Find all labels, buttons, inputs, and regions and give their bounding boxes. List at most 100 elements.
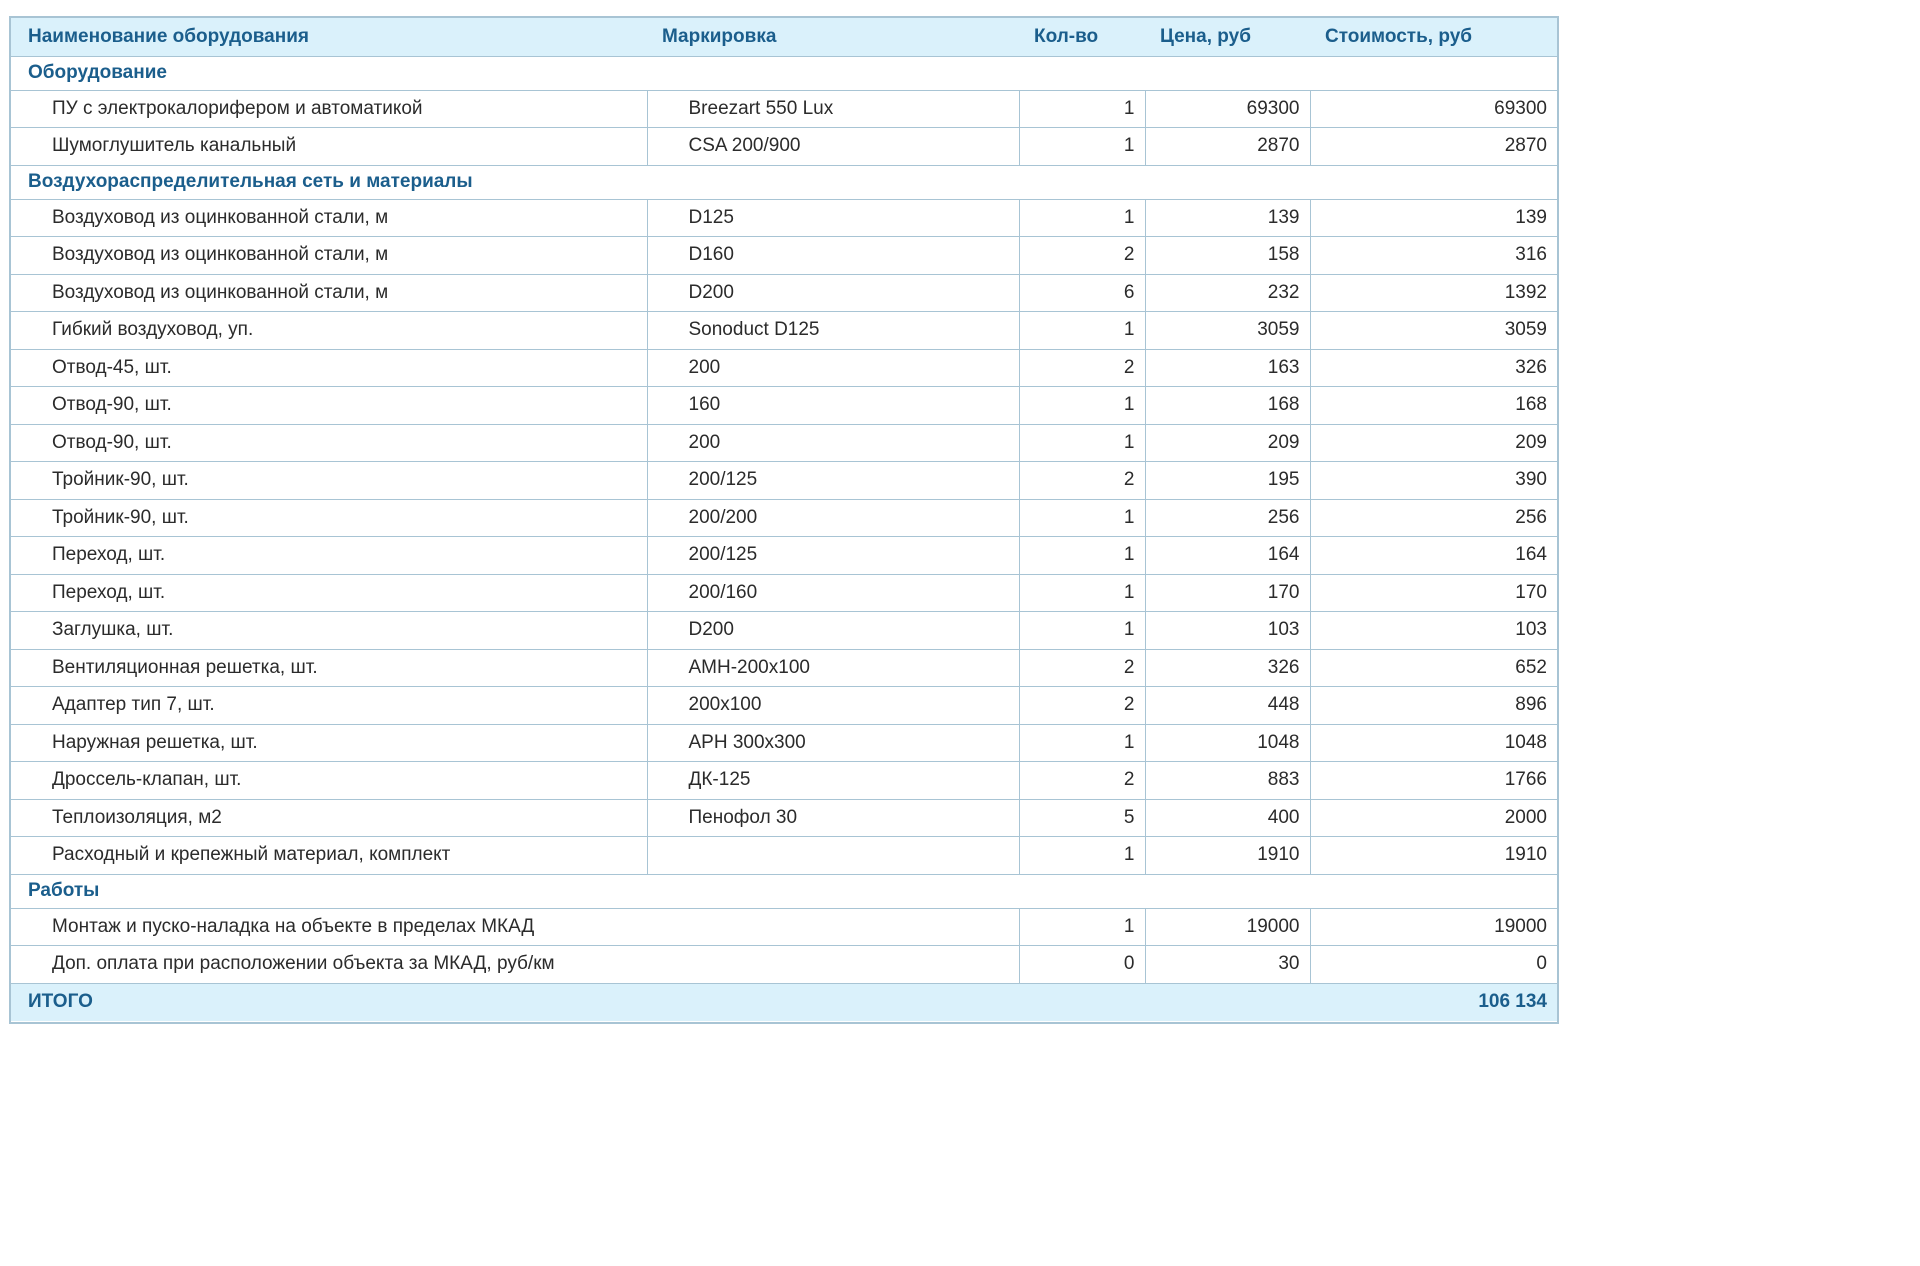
cell-price: 30 <box>1144 945 1310 984</box>
cell-name: Воздуховод из оцинкованной стали, м <box>11 236 647 275</box>
cell-cost: 3059 <box>1309 311 1557 350</box>
table-row: Тройник-90, шт. 200/200 1 256 256 <box>11 499 1557 537</box>
cell-marking: АМН-200x100 <box>646 649 1019 687</box>
cell-marking: 200x100 <box>646 686 1019 725</box>
cell-cost: 209 <box>1309 424 1557 462</box>
table-row: Монтаж и пуско-наладка на объекте в пред… <box>11 908 1557 946</box>
cell-marking: ДК-125 <box>646 761 1019 800</box>
cell-price: 326 <box>1144 649 1310 687</box>
cell-name: Доп. оплата при расположении объекта за … <box>11 945 1019 984</box>
cell-name: Теплоизоляция, м2 <box>11 799 647 837</box>
cell-cost: 170 <box>1309 574 1557 612</box>
cell-marking <box>646 836 1019 875</box>
table-row: Воздуховод из оцинкованной стали, м D160… <box>11 236 1557 275</box>
table-row: ПУ с электрокалорифером и автоматикой Br… <box>11 90 1557 128</box>
section-title: Работы <box>11 874 1557 909</box>
cell-qty: 6 <box>1018 274 1145 312</box>
cell-name: Вентиляционная решетка, шт. <box>11 649 647 687</box>
cell-price: 3059 <box>1144 311 1310 350</box>
cell-qty: 1 <box>1018 311 1145 350</box>
table-row: Переход, шт. 200/160 1 170 170 <box>11 574 1557 612</box>
cell-qty: 0 <box>1018 945 1145 984</box>
cell-name: Наружная решетка, шт. <box>11 724 647 762</box>
cell-qty: 2 <box>1018 761 1145 800</box>
cell-name: Монтаж и пуско-наладка на объекте в пред… <box>11 908 1019 946</box>
cell-cost: 69300 <box>1309 90 1557 128</box>
cell-marking: 200 <box>646 424 1019 462</box>
cell-price: 2870 <box>1144 127 1310 166</box>
table-row: Теплоизоляция, м2 Пенофол 30 5 400 2000 <box>11 799 1557 837</box>
cell-qty: 2 <box>1018 686 1145 725</box>
cell-name: Шумоглушитель канальный <box>11 127 647 166</box>
table-header-row: Наименование оборудования Маркировка Кол… <box>11 18 1557 57</box>
cell-price: 170 <box>1144 574 1310 612</box>
total-row: ИТОГО 106 134 <box>11 983 1557 1021</box>
cell-cost: 1910 <box>1309 836 1557 875</box>
cell-name: Расходный и крепежный материал, комплект <box>11 836 647 875</box>
cell-qty: 5 <box>1018 799 1145 837</box>
cell-marking: Breezart 550 Lux <box>646 90 1019 128</box>
table-row: Отвод-90, шт. 200 1 209 209 <box>11 424 1557 462</box>
cell-price: 209 <box>1144 424 1310 462</box>
cell-qty: 2 <box>1018 236 1145 275</box>
cell-name: Гибкий воздуховод, уп. <box>11 311 647 350</box>
cell-marking: D200 <box>646 611 1019 650</box>
cell-marking: 160 <box>646 386 1019 425</box>
cell-cost: 1766 <box>1309 761 1557 800</box>
cell-qty: 2 <box>1018 349 1145 387</box>
cell-qty: 1 <box>1018 199 1145 237</box>
cell-qty: 2 <box>1018 649 1145 687</box>
section-header-works: Работы <box>11 874 1557 909</box>
cell-price: 103 <box>1144 611 1310 650</box>
cell-cost: 139 <box>1309 199 1557 237</box>
total-label: ИТОГО <box>11 983 1019 1021</box>
column-header-qty: Кол-во <box>1019 18 1145 57</box>
table-row: Отвод-45, шт. 200 2 163 326 <box>11 349 1557 387</box>
cell-name: Дроссель-клапан, шт. <box>11 761 647 800</box>
cell-qty: 1 <box>1018 386 1145 425</box>
cell-qty: 1 <box>1018 127 1145 166</box>
cell-price: 158 <box>1144 236 1310 275</box>
estimate-table: Наименование оборудования Маркировка Кол… <box>11 18 1557 1021</box>
cell-qty: 1 <box>1018 424 1145 462</box>
cell-marking: 200/125 <box>646 461 1019 500</box>
table-row: Тройник-90, шт. 200/125 2 195 390 <box>11 461 1557 500</box>
cell-qty: 1 <box>1018 724 1145 762</box>
table-row: Воздуховод из оцинкованной стали, м D200… <box>11 274 1557 312</box>
cell-marking: 200/125 <box>646 536 1019 575</box>
cell-price: 168 <box>1144 386 1310 425</box>
table-row: Заглушка, шт. D200 1 103 103 <box>11 611 1557 650</box>
cell-price: 883 <box>1144 761 1310 800</box>
cell-marking: CSA 200/900 <box>646 127 1019 166</box>
cell-qty: 2 <box>1018 461 1145 500</box>
section-title: Оборудование <box>11 56 1557 91</box>
column-header-marking: Маркировка <box>647 18 1019 57</box>
section-header-equipment: Оборудование <box>11 56 1557 91</box>
table-row: Шумоглушитель канальный CSA 200/900 1 28… <box>11 127 1557 166</box>
cell-cost: 1048 <box>1309 724 1557 762</box>
cell-cost: 168 <box>1309 386 1557 425</box>
cell-name: Переход, шт. <box>11 574 647 612</box>
cell-qty: 1 <box>1018 836 1145 875</box>
total-value: 106 134 <box>1310 983 1557 1021</box>
cell-price: 448 <box>1144 686 1310 725</box>
estimate-table-frame: Наименование оборудования Маркировка Кол… <box>9 16 1559 1024</box>
cell-cost: 0 <box>1309 945 1557 984</box>
cell-price: 1048 <box>1144 724 1310 762</box>
table-row: Воздуховод из оцинкованной стали, м D125… <box>11 199 1557 237</box>
cell-price: 139 <box>1144 199 1310 237</box>
cell-price: 400 <box>1144 799 1310 837</box>
cell-price: 164 <box>1144 536 1310 575</box>
cell-name: Отвод-45, шт. <box>11 349 647 387</box>
column-header-price: Цена, руб <box>1145 18 1310 57</box>
table-row: Расходный и крепежный материал, комплект… <box>11 836 1557 875</box>
cell-cost: 256 <box>1309 499 1557 537</box>
cell-cost: 19000 <box>1309 908 1557 946</box>
cell-name: ПУ с электрокалорифером и автоматикой <box>11 90 647 128</box>
cell-marking: АРН 300x300 <box>646 724 1019 762</box>
cell-cost: 164 <box>1309 536 1557 575</box>
cell-name: Отвод-90, шт. <box>11 386 647 425</box>
cell-price: 163 <box>1144 349 1310 387</box>
cell-cost: 390 <box>1309 461 1557 500</box>
cell-cost: 2000 <box>1309 799 1557 837</box>
